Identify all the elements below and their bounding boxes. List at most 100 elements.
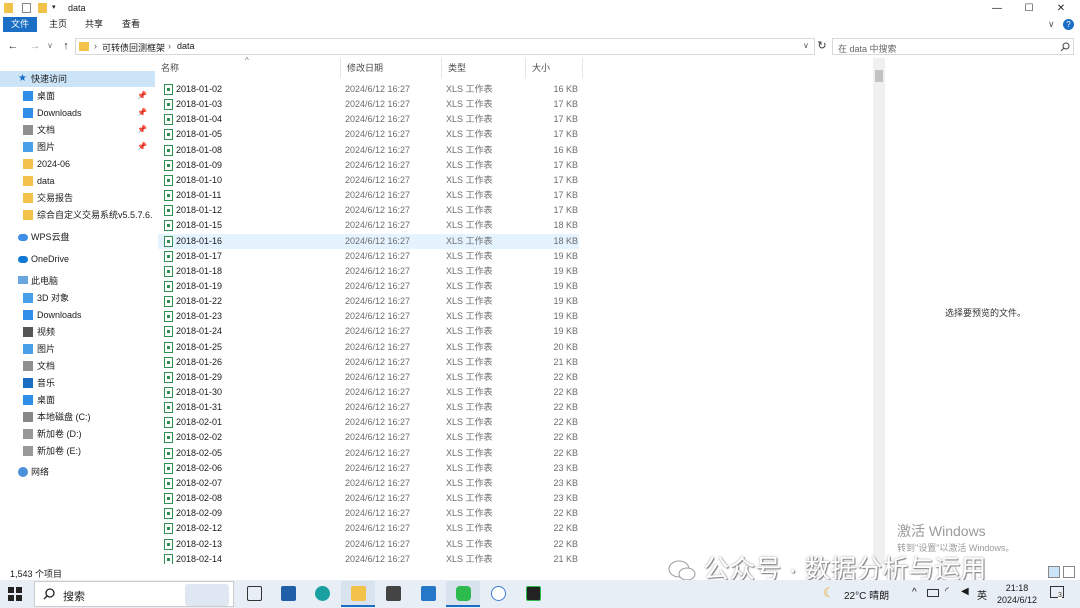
nav-pc-item[interactable]: 新加卷 (E:) (0, 443, 155, 459)
nav-quick-item[interactable]: 2024-06 (0, 156, 155, 172)
file-row[interactable]: 2018-02-07 2024/6/12 16:27 XLS 工作表 23 KB (158, 476, 579, 491)
store-button[interactable] (376, 581, 410, 607)
volume-icon[interactable]: ◀ (961, 586, 969, 597)
customize-quick-access-icon[interactable]: ▾ (52, 3, 58, 13)
recent-locations-button[interactable]: ∨ (42, 38, 58, 54)
weather-text[interactable]: 22°C 晴朗 (844, 587, 889, 602)
notification-icon[interactable]: 3 (1050, 586, 1064, 599)
file-row[interactable]: 2018-01-04 2024/6/12 16:27 XLS 工作表 17 KB (158, 112, 579, 127)
new-folder-icon[interactable] (38, 3, 47, 13)
nav-quick-item[interactable]: 文档 📌 (0, 122, 155, 138)
tab-share[interactable]: 共享 (77, 17, 111, 32)
nav-pc-item[interactable]: 图片 (0, 341, 155, 357)
taskbar-search-box[interactable]: 搜索 (34, 581, 234, 607)
windows-start-icon[interactable] (8, 587, 22, 601)
column-header-modified[interactable]: 修改日期 (341, 58, 442, 78)
details-view-icon[interactable] (1048, 566, 1060, 578)
file-row[interactable]: 2018-01-05 2024/6/12 16:27 XLS 工作表 17 KB (158, 127, 579, 142)
file-row[interactable]: 2018-01-24 2024/6/12 16:27 XLS 工作表 19 KB (158, 324, 579, 339)
battery-icon[interactable] (927, 589, 939, 597)
file-row[interactable]: 2018-02-06 2024/6/12 16:27 XLS 工作表 23 KB (158, 461, 579, 476)
close-button[interactable]: ✕ (1042, 0, 1080, 17)
properties-icon[interactable] (22, 3, 31, 13)
file-row[interactable]: 2018-01-26 2024/6/12 16:27 XLS 工作表 21 KB (158, 355, 579, 370)
mail-button[interactable] (271, 581, 305, 607)
search-input[interactable]: 在 data 中搜索 (832, 38, 1074, 55)
task-view-button[interactable] (237, 581, 271, 607)
nav-quick-item[interactable]: 交易报告 (0, 190, 155, 206)
file-row[interactable]: 2018-01-03 2024/6/12 16:27 XLS 工作表 17 KB (158, 97, 579, 112)
file-row[interactable]: 2018-01-25 2024/6/12 16:27 XLS 工作表 20 KB (158, 340, 579, 355)
nav-pc-item[interactable]: 视频 (0, 324, 155, 340)
file-row[interactable]: 2018-01-11 2024/6/12 16:27 XLS 工作表 17 KB (158, 188, 579, 203)
file-row[interactable]: 2018-01-18 2024/6/12 16:27 XLS 工作表 19 KB (158, 264, 579, 279)
breadcrumb-item[interactable]: 可转债回测框架 (102, 41, 165, 54)
file-row[interactable]: 2018-02-09 2024/6/12 16:27 XLS 工作表 22 KB (158, 506, 579, 521)
nav-wps-cloud[interactable]: WPS云盘 (0, 229, 155, 245)
tab-view[interactable]: 查看 (114, 17, 148, 32)
file-row[interactable]: 2018-02-05 2024/6/12 16:27 XLS 工作表 22 KB (158, 446, 579, 461)
nav-quick-access[interactable]: ★ 快速访问 (0, 71, 155, 87)
file-row[interactable]: 2018-01-19 2024/6/12 16:27 XLS 工作表 19 KB (158, 279, 579, 294)
file-row[interactable]: 2018-01-23 2024/6/12 16:27 XLS 工作表 19 KB (158, 309, 579, 324)
up-button[interactable]: ↑ (58, 38, 74, 54)
nav-pc-item[interactable]: 本地磁盘 (C:) (0, 409, 155, 425)
nav-pc-item[interactable]: 文档 (0, 358, 155, 374)
file-row[interactable]: 2018-02-14 2024/6/12 16:27 XLS 工作表 21 KB (158, 552, 579, 564)
forward-button[interactable]: → (27, 38, 43, 54)
nav-quick-item[interactable]: Downloads 📌 (0, 105, 155, 121)
nav-quick-item[interactable]: 桌面 📌 (0, 88, 155, 104)
nav-pc-item[interactable]: 新加卷 (D:) (0, 426, 155, 442)
file-row[interactable]: 2018-01-17 2024/6/12 16:27 XLS 工作表 19 KB (158, 249, 579, 264)
file-row[interactable]: 2018-02-12 2024/6/12 16:27 XLS 工作表 22 KB (158, 521, 579, 536)
file-row[interactable]: 2018-01-10 2024/6/12 16:27 XLS 工作表 17 KB (158, 173, 579, 188)
file-row[interactable]: 2018-01-29 2024/6/12 16:27 XLS 工作表 22 KB (158, 370, 579, 385)
ime-indicator[interactable]: 英 (977, 587, 987, 602)
large-icons-view-icon[interactable] (1063, 566, 1075, 578)
file-row[interactable]: 2018-02-01 2024/6/12 16:27 XLS 工作表 22 KB (158, 415, 579, 430)
wechat-button[interactable] (446, 581, 480, 607)
nav-quick-item[interactable]: 综合自定义交易系统v5.5.7.6. (0, 207, 155, 223)
wifi-icon[interactable]: ◜ (945, 586, 949, 597)
back-button[interactable]: ← (5, 38, 21, 54)
column-header-type[interactable]: 类型 (442, 58, 526, 78)
file-row[interactable]: 2018-02-02 2024/6/12 16:27 XLS 工作表 22 KB (158, 430, 579, 445)
pin-icon[interactable]: 📌 (137, 105, 147, 121)
file-row[interactable]: 2018-01-12 2024/6/12 16:27 XLS 工作表 17 KB (158, 203, 579, 218)
nav-quick-item[interactable]: 图片 📌 (0, 139, 155, 155)
nav-network[interactable]: 网络 (0, 464, 155, 480)
clock[interactable]: 21:18 2024/6/12 (995, 582, 1039, 606)
pin-icon[interactable]: 📌 (137, 88, 147, 104)
address-dropdown-icon[interactable]: ∨ (803, 41, 809, 50)
file-row[interactable]: 2018-01-15 2024/6/12 16:27 XLS 工作表 18 KB (158, 218, 579, 233)
nav-onedrive[interactable]: OneDrive (0, 251, 155, 267)
nav-pc-item[interactable]: 3D 对象 (0, 290, 155, 306)
tab-home[interactable]: 主页 (41, 17, 75, 32)
file-row[interactable]: 2018-02-13 2024/6/12 16:27 XLS 工作表 22 KB (158, 537, 579, 552)
file-row[interactable]: 2018-01-30 2024/6/12 16:27 XLS 工作表 22 KB (158, 385, 579, 400)
address-bar[interactable]: › 可转债回测框架 › data ∨ (75, 38, 815, 55)
breadcrumb-item[interactable]: data (177, 41, 195, 51)
file-explorer-button[interactable] (341, 581, 375, 607)
file-row[interactable]: 2018-01-02 2024/6/12 16:27 XLS 工作表 16 KB (158, 82, 579, 97)
help-icon[interactable]: ? (1063, 19, 1074, 30)
nav-pc-item[interactable]: 桌面 (0, 392, 155, 408)
refresh-button[interactable]: ↻ (814, 38, 830, 54)
tray-expand-icon[interactable]: ^ (912, 587, 917, 598)
nav-quick-item[interactable]: data (0, 173, 155, 189)
tab-file[interactable]: 文件 (3, 17, 37, 32)
vertical-scrollbar[interactable] (873, 58, 885, 564)
terminal-button[interactable] (516, 581, 550, 607)
pin-icon[interactable]: 📌 (137, 122, 147, 138)
edge-button[interactable] (305, 581, 339, 607)
pin-icon[interactable]: 📌 (137, 139, 147, 155)
file-row[interactable]: 2018-02-08 2024/6/12 16:27 XLS 工作表 23 KB (158, 491, 579, 506)
nav-this-pc[interactable]: 此电脑 (0, 273, 155, 289)
file-row[interactable]: 2018-01-16 2024/6/12 16:27 XLS 工作表 18 KB (158, 233, 579, 249)
nav-pc-item[interactable]: Downloads (0, 307, 155, 323)
file-row[interactable]: 2018-01-31 2024/6/12 16:27 XLS 工作表 22 KB (158, 400, 579, 415)
vscode-button[interactable] (411, 581, 445, 607)
nav-pc-item[interactable]: 音乐 (0, 375, 155, 391)
column-header-size[interactable]: 大小 (526, 58, 583, 78)
file-row[interactable]: 2018-01-08 2024/6/12 16:27 XLS 工作表 16 KB (158, 143, 579, 158)
